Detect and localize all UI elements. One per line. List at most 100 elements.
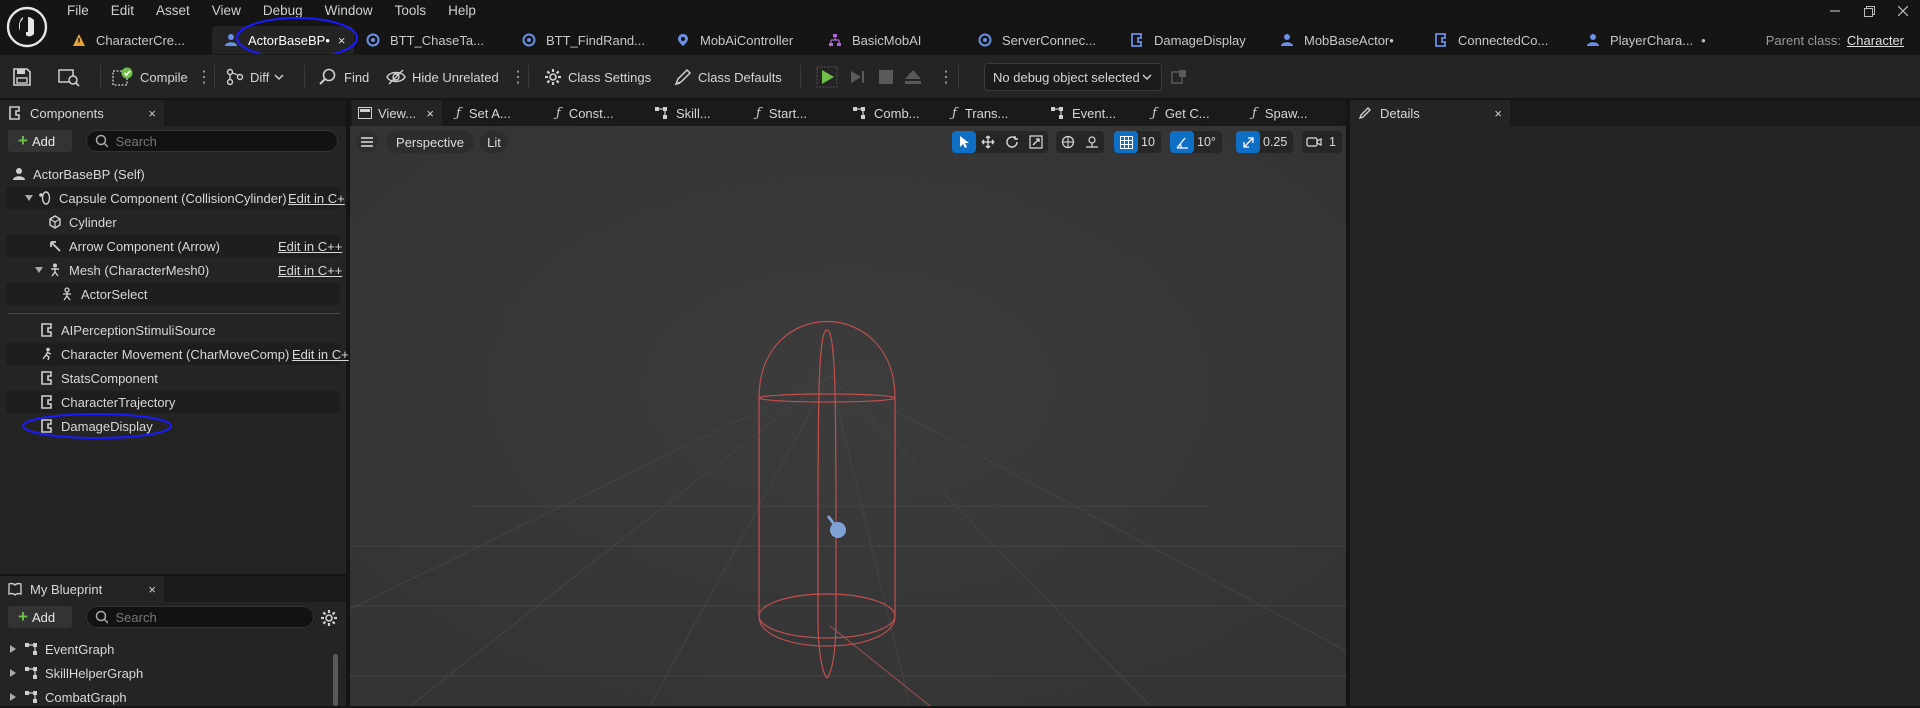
edit-in-cpp-link[interactable]: Edit in C+ (288, 191, 345, 206)
tab-trans[interactable]: ƒ Trans... (952, 100, 1008, 126)
tab-spaw[interactable]: ƒ Spaw... (1252, 100, 1307, 126)
tree-item-mesh[interactable]: Mesh (CharacterMesh0) Edit in C++ (34, 259, 342, 281)
doc-tab-charactercre[interactable]: CharacterCre... (60, 26, 212, 54)
save-icon[interactable] (12, 55, 32, 99)
close-icon[interactable]: × (128, 106, 156, 121)
tree-item-statscomponent[interactable]: StatsComponent (40, 367, 158, 389)
find-button[interactable]: Find (318, 55, 369, 99)
class-defaults-button[interactable]: Class Defaults (674, 55, 782, 99)
graph-item-eventgraph[interactable]: EventGraph (8, 638, 114, 660)
doc-tab-btt-chaseta[interactable]: BTT_ChaseTa... (354, 26, 510, 54)
play-button[interactable] (816, 55, 838, 99)
parent-class-link[interactable]: Character (1847, 33, 1904, 48)
tree-item-charactertrajectory[interactable]: CharacterTrajectory (40, 391, 175, 413)
scrollbar-thumb[interactable] (333, 654, 338, 706)
camera-speed-value[interactable]: 1 (1326, 135, 1342, 149)
menu-asset[interactable]: Asset (145, 0, 201, 24)
compile-button[interactable]: Compile (112, 55, 188, 99)
edit-in-cpp-link[interactable]: Edit in C+ (292, 347, 349, 362)
perspective-button[interactable]: Perspective (386, 131, 474, 153)
tab-event[interactable]: Event... (1050, 100, 1116, 126)
tree-item-actorselect[interactable]: ActorSelect (60, 283, 147, 305)
minimize-icon[interactable] (1818, 0, 1852, 22)
eject-icon[interactable] (904, 55, 922, 99)
tab-skill[interactable]: Skill... (654, 100, 711, 126)
diff-button[interactable]: Diff (226, 55, 285, 99)
my-blueprint-search[interactable] (86, 606, 314, 628)
compile-options-icon[interactable]: ⋮ (196, 55, 212, 99)
expand-right-icon[interactable] (8, 668, 18, 678)
tab-comb[interactable]: Comb... (852, 100, 920, 126)
graph-item-skillhelpergraph[interactable]: SkillHelperGraph (8, 662, 143, 684)
viewport-menu-icon[interactable] (356, 131, 378, 153)
tab-get-c[interactable]: ƒ Get C... (1152, 100, 1210, 126)
doc-tab-serverconnec[interactable]: ServerConnec... (966, 26, 1118, 54)
expand-right-icon[interactable] (8, 644, 18, 654)
tab-set-a[interactable]: ƒ Set A... (456, 100, 511, 126)
doc-tab-btt-findrand[interactable]: BTT_FindRand... (510, 26, 664, 54)
menu-edit[interactable]: Edit (100, 0, 145, 24)
doc-tab-connectedco[interactable]: ConnectedCo... (1422, 26, 1574, 54)
close-icon[interactable]: × (128, 582, 156, 597)
hide-unrelated-options-icon[interactable]: ⋮ (510, 55, 526, 99)
close-window-icon[interactable] (1886, 0, 1920, 22)
grid-snap-icon[interactable] (1114, 131, 1138, 153)
doc-tab-basicmobai[interactable]: BasicMobAI (816, 26, 966, 54)
edit-in-cpp-link[interactable]: Edit in C++ (278, 239, 342, 254)
tree-item-cylinder[interactable]: Cylinder (48, 211, 117, 233)
add-component-button[interactable]: + Add (8, 130, 72, 152)
debug-filter-icon[interactable] (1170, 55, 1188, 99)
tree-item-arrow[interactable]: Arrow Component (Arrow) Edit in C++ (48, 235, 342, 257)
menu-help[interactable]: Help (437, 0, 487, 24)
scale-snap-icon[interactable] (1236, 131, 1260, 153)
translate-tool-icon[interactable] (976, 131, 1000, 153)
restore-icon[interactable] (1852, 0, 1886, 22)
doc-tab-playerchara[interactable]: PlayerChara... • (1574, 26, 1714, 54)
scale-tool-icon[interactable] (1024, 131, 1048, 153)
hide-unrelated-button[interactable]: Hide Unrelated (386, 55, 499, 99)
close-icon[interactable]: × (1474, 106, 1502, 121)
expand-arrow-icon[interactable] (24, 193, 34, 203)
doc-tab-damagedisplay[interactable]: DamageDisplay (1118, 26, 1268, 54)
tab-viewport[interactable]: View... × (352, 100, 442, 126)
tab-details[interactable]: Details × (1350, 100, 1510, 126)
viewport[interactable] (350, 126, 1346, 706)
browse-icon[interactable] (58, 55, 80, 99)
class-settings-button[interactable]: Class Settings (544, 55, 651, 99)
rotation-snap-icon[interactable] (1170, 131, 1194, 153)
lit-button[interactable]: Lit (480, 131, 508, 153)
scale-snap-value[interactable]: 0.25 (1260, 135, 1293, 149)
debug-object-select[interactable]: No debug object selected (984, 63, 1162, 91)
tab-my-blueprint[interactable]: My Blueprint × (0, 576, 164, 602)
select-tool-icon[interactable] (952, 131, 976, 153)
unreal-logo-icon[interactable] (6, 6, 48, 48)
stop-icon[interactable] (878, 55, 894, 99)
doc-tab-mobbaseactor[interactable]: MobBaseActor• (1268, 26, 1422, 54)
tree-item-self[interactable]: ActorBaseBP (Self) (12, 163, 145, 185)
tree-item-character-movement[interactable]: Character Movement (CharMoveComp) Edit i… (40, 343, 349, 365)
tab-const[interactable]: ƒ Const... (556, 100, 614, 126)
tab-components[interactable]: Components × (0, 100, 164, 126)
components-search-input[interactable] (113, 132, 329, 150)
surface-snap-icon[interactable] (1080, 131, 1104, 153)
grid-snap-value[interactable]: 10 (1138, 135, 1161, 149)
play-options-icon[interactable]: ⋮ (938, 55, 954, 99)
edit-in-cpp-link[interactable]: Edit in C++ (278, 263, 342, 278)
tab-start[interactable]: ƒ Start... (756, 100, 807, 126)
menu-file[interactable]: File (56, 0, 100, 24)
world-space-icon[interactable] (1056, 131, 1080, 153)
graph-item-combatgraph[interactable]: CombatGraph (8, 686, 127, 708)
expand-right-icon[interactable] (8, 692, 18, 702)
camera-speed-icon[interactable] (1302, 131, 1326, 153)
expand-arrow-icon[interactable] (34, 265, 44, 275)
close-icon[interactable]: × (426, 106, 442, 121)
doc-tab-mobaicontroller[interactable]: MobAiController (664, 26, 816, 54)
settings-gear-icon[interactable] (320, 609, 338, 627)
components-search[interactable] (86, 130, 338, 152)
rotate-tool-icon[interactable] (1000, 131, 1024, 153)
add-member-button[interactable]: + Add (8, 606, 72, 628)
menu-tools[interactable]: Tools (384, 0, 438, 24)
my-blueprint-search-input[interactable] (113, 608, 305, 626)
rotation-snap-value[interactable]: 10° (1194, 135, 1222, 149)
tree-item-aiperception[interactable]: AIPerceptionStimuliSource (40, 319, 216, 341)
